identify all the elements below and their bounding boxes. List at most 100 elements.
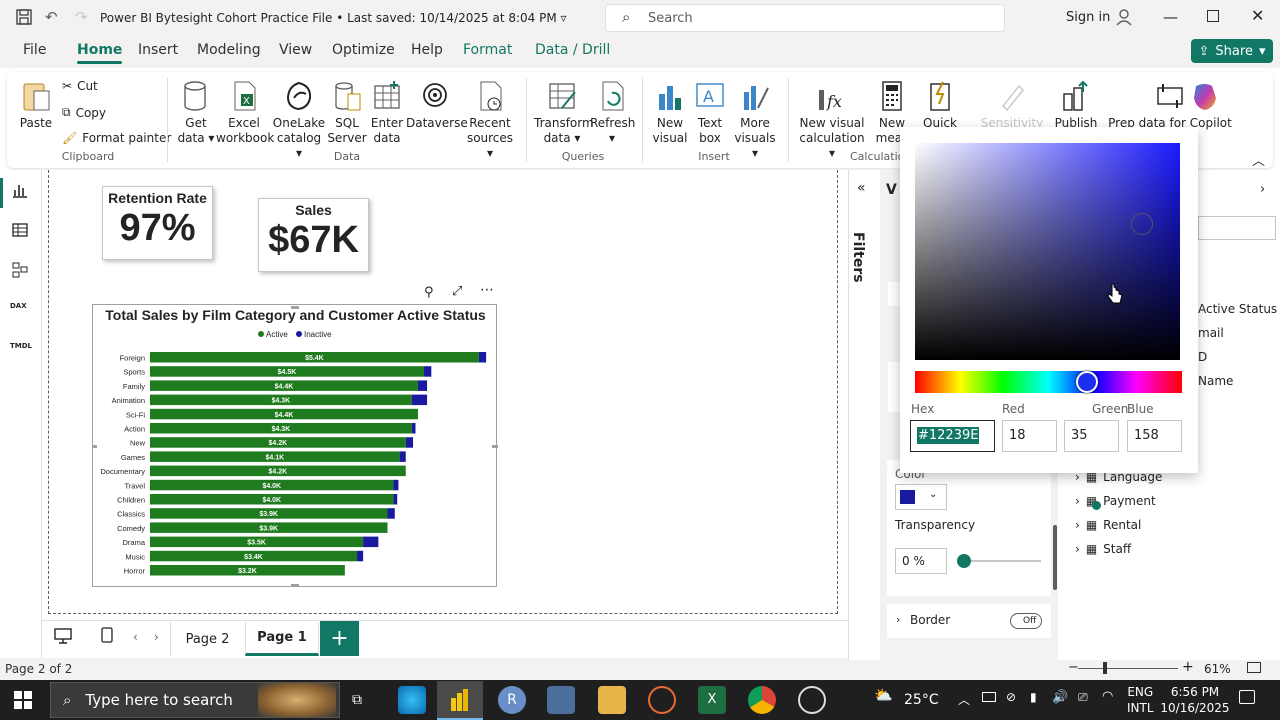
recent-sources-button[interactable]: Recent sources ▾ [464, 80, 516, 161]
table-item-rental[interactable]: › ▦ Rental [1075, 518, 1141, 532]
tmdl-view-icon[interactable]: TMDL [10, 342, 32, 350]
zoom-in-button[interactable]: + [1182, 659, 1194, 675]
sensitivity-button[interactable]: Sensitivity [980, 80, 1044, 131]
menu-view[interactable]: View [279, 42, 312, 58]
chrome-icon[interactable] [748, 686, 776, 714]
notifications-icon[interactable] [1239, 690, 1255, 704]
collapse-ribbon-icon[interactable]: ︿ [1252, 150, 1265, 169]
minimize-icon[interactable]: — [1163, 8, 1178, 26]
mobile-layout-icon[interactable] [101, 627, 113, 646]
camera-icon[interactable]: ⎚ [1078, 690, 1088, 705]
hue-slider[interactable] [915, 371, 1182, 393]
microphone-icon[interactable]: ▮ [1030, 690, 1037, 704]
filters-label[interactable]: Filters [850, 232, 866, 283]
weather-icon[interactable]: ⛅ [874, 686, 893, 704]
hue-slider-thumb[interactable] [1076, 371, 1098, 393]
retention-rate-card[interactable]: Retention Rate 97% [102, 186, 213, 260]
get-data-button[interactable]: Get data ▾ [176, 80, 216, 146]
add-page-button[interactable]: + [320, 621, 359, 656]
desktop-layout-icon[interactable] [54, 628, 72, 647]
redo-icon[interactable]: ↷ [75, 8, 88, 26]
share-button[interactable]: ⇪ Share ▾ [1191, 39, 1273, 63]
format-painter-button[interactable]: 🖌 Format painter [62, 131, 171, 145]
keyboard-app-icon[interactable] [547, 686, 575, 714]
fit-to-page-icon[interactable] [1247, 662, 1261, 673]
task-view-icon[interactable]: ⧉ [352, 692, 362, 708]
network-off-icon[interactable]: ⊘ [1006, 690, 1016, 704]
menu-file[interactable]: File [23, 42, 46, 58]
green-input[interactable]: 35 [1064, 420, 1119, 452]
transparency-input[interactable]: 0 % [895, 548, 947, 574]
copy-button[interactable]: ⧉ Copy [62, 105, 106, 120]
windows-start-icon[interactable] [14, 691, 32, 712]
prev-page-icon[interactable]: ‹ [133, 630, 138, 644]
taskbar-active-app[interactable] [437, 681, 483, 720]
cut-button[interactable]: ✂ Cut [62, 79, 98, 93]
excel-taskbar-icon[interactable]: X [698, 686, 726, 714]
input-language[interactable]: ENG INTL [1127, 684, 1154, 716]
save-icon[interactable] [16, 9, 32, 29]
more-visuals-button[interactable]: More visuals ▾ [730, 80, 780, 161]
dataverse-button[interactable]: Dataverse [406, 80, 468, 131]
bar-chart-visual[interactable]: Total Sales by Film Category and Custome… [92, 304, 498, 587]
clock[interactable]: 6:56 PM 10/16/2025 [1160, 684, 1230, 716]
expand-data-pane-icon[interactable]: › [1260, 182, 1265, 197]
collapse-filters-icon[interactable]: « [857, 180, 866, 196]
menu-help[interactable]: Help [411, 42, 443, 58]
hex-input[interactable]: #12239E [910, 420, 995, 452]
edge-icon[interactable] [398, 686, 426, 714]
transparency-slider-thumb[interactable] [957, 554, 971, 568]
avatar-icon[interactable] [1115, 8, 1133, 29]
model-view-icon[interactable] [12, 262, 28, 281]
table-item-staff[interactable]: › ▦ Staff [1075, 542, 1131, 556]
volume-icon[interactable]: 🔊 [1052, 690, 1068, 705]
new-visual-calculation-button[interactable]: fx New visual calculation ▾ [796, 80, 868, 161]
menu-home[interactable]: Home [77, 42, 123, 64]
publish-button[interactable]: Publish [1052, 80, 1100, 131]
excel-workbook-button[interactable]: X Excel workbook [216, 80, 274, 146]
saturation-cursor[interactable] [1131, 213, 1153, 235]
sales-card[interactable]: Sales $67K [258, 198, 369, 272]
refresh-button[interactable]: Refresh ▾ [590, 80, 635, 146]
menu-data-drill[interactable]: Data / Drill [535, 42, 610, 58]
field-item[interactable]: D [1198, 350, 1207, 364]
field-item[interactable]: mail [1198, 326, 1224, 340]
viz-pane-scrollbar[interactable] [1053, 525, 1057, 590]
new-visual-button[interactable]: New visual [650, 80, 690, 146]
r-app-icon[interactable]: R [498, 686, 526, 714]
report-view-icon[interactable] [12, 182, 28, 201]
more-options-icon[interactable]: ⋯ [480, 282, 494, 298]
quick-measure-button[interactable]: Quick [918, 80, 962, 131]
color-dropdown[interactable]: ⌄ [895, 484, 947, 510]
chevron-down-icon[interactable]: ▿ [561, 11, 567, 25]
tab-page-1[interactable]: Page 1 [245, 622, 319, 656]
snipping-tool-icon[interactable] [648, 686, 676, 714]
saturation-value-picker[interactable] [915, 143, 1180, 360]
red-input[interactable]: 18 [1002, 420, 1057, 452]
menu-modeling[interactable]: Modeling [197, 42, 261, 58]
paste-button[interactable]: Paste [18, 80, 54, 131]
border-section[interactable]: › Border Off [887, 604, 1051, 638]
filter-icon[interactable]: ⚲ [424, 285, 434, 300]
maximize-icon[interactable] [1207, 10, 1219, 22]
transform-data-button[interactable]: Transform data ▾ [534, 80, 594, 146]
menu-insert[interactable]: Insert [138, 42, 178, 58]
obs-icon[interactable] [798, 686, 826, 714]
onelake-catalog-button[interactable]: OneLake catalog ▾ [272, 80, 326, 161]
table-view-icon[interactable] [12, 222, 28, 241]
focus-mode-icon[interactable]: ⤢ [452, 284, 462, 299]
field-item[interactable]: Name [1198, 374, 1233, 388]
temperature[interactable]: 25°C [904, 692, 939, 708]
zoom-slider-thumb[interactable] [1103, 662, 1107, 674]
close-icon[interactable]: ✕ [1251, 6, 1264, 25]
undo-icon[interactable]: ↶ [45, 8, 58, 26]
chevron-up-icon[interactable]: ︿ [958, 691, 970, 708]
menu-optimize[interactable]: Optimize [332, 42, 395, 58]
zoom-slider[interactable] [1078, 668, 1178, 669]
copilot-icon[interactable] [1188, 80, 1222, 117]
field-item[interactable]: Active Status [1198, 302, 1277, 316]
blue-input[interactable]: 158 [1127, 420, 1182, 452]
menu-format[interactable]: Format [463, 42, 512, 58]
sign-in-link[interactable]: Sign in [1066, 10, 1110, 25]
data-search-input[interactable] [1198, 216, 1276, 240]
